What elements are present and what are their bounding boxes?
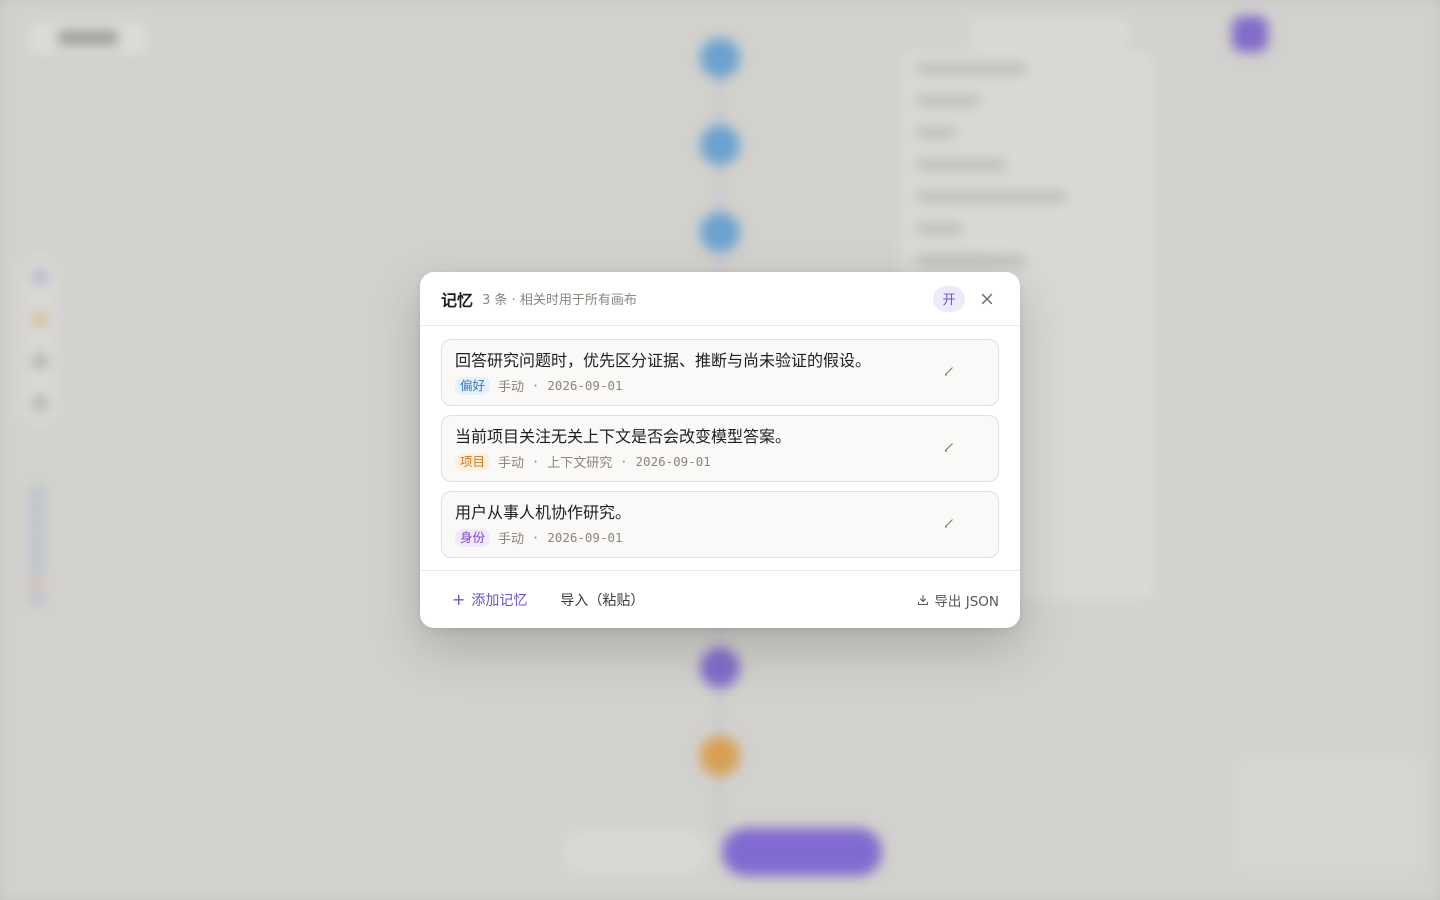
memory-meta: 项目 手动 · 上下文研究 · 2026-09-01 — [455, 452, 985, 471]
memory-item[interactable]: 当前项目关注无关上下文是否会改变模型答案。 项目 手动 · 上下文研究 · 20… — [441, 415, 999, 482]
close-icon — [981, 293, 993, 304]
plus-icon: + — [452, 590, 466, 609]
memory-date: 2026-09-01 — [547, 378, 623, 393]
memory-source: 手动 — [498, 456, 525, 471]
memory-source: 手动 — [498, 532, 525, 547]
memory-text: 当前项目关注无关上下文是否会改变模型答案。 — [455, 427, 792, 446]
edit-memory-button[interactable] — [940, 514, 958, 532]
memory-item[interactable]: 回答研究问题时，优先区分证据、推断与尚未验证的假设。 偏好 手动 · 2026-… — [441, 339, 999, 406]
edit-memory-button[interactable] — [940, 438, 958, 456]
memory-text: 用户从事人机协作研究。 — [455, 503, 632, 522]
pencil-icon — [944, 367, 953, 376]
close-button[interactable] — [975, 287, 999, 311]
export-json-button[interactable]: 导出 JSON — [917, 590, 999, 610]
memory-tag: 偏好 — [455, 376, 491, 395]
add-memory-button[interactable]: + 添加记忆 — [452, 590, 527, 610]
add-memory-label: 添加记忆 — [471, 592, 528, 609]
download-icon — [918, 594, 929, 605]
dialog-footer: + 添加记忆 导入（粘贴） 导出 JSON — [420, 570, 1020, 628]
memory-meta: 身份 手动 · 2026-09-01 — [455, 528, 985, 547]
memory-date: 2026-09-01 — [547, 530, 623, 545]
dialog-title: 记忆 — [441, 290, 474, 310]
memory-meta: 偏好 手动 · 2026-09-01 — [455, 376, 985, 395]
memory-toggle[interactable]: 开 — [933, 285, 965, 312]
memory-dialog: 记忆 3 条 · 相关时用于所有画布 开 回答研究问题时，优先区分证据、推断与尚… — [420, 272, 1020, 628]
memory-list: 回答研究问题时，优先区分证据、推断与尚未验证的假设。 偏好 手动 · 2026-… — [420, 326, 1020, 569]
export-json-label: 导出 JSON — [934, 593, 999, 610]
memory-date: 2026-09-01 — [635, 454, 711, 469]
memory-item[interactable]: 用户从事人机协作研究。 身份 手动 · 2026-09-01 — [441, 491, 999, 558]
pencil-icon — [944, 443, 953, 452]
memory-source: 手动 — [498, 380, 525, 395]
dialog-subtitle: 3 条 · 相关时用于所有画布 — [482, 293, 637, 308]
memory-tag: 身份 — [455, 528, 491, 547]
dialog-header: 记忆 3 条 · 相关时用于所有画布 开 — [420, 272, 1020, 326]
pencil-icon — [944, 519, 953, 528]
memory-tag: 项目 — [455, 452, 491, 471]
edit-memory-button[interactable] — [940, 362, 958, 380]
import-paste-button[interactable]: 导入（粘贴） — [560, 590, 644, 610]
memory-project: 上下文研究 — [547, 456, 613, 471]
memory-text: 回答研究问题时，优先区分证据、推断与尚未验证的假设。 — [455, 351, 872, 370]
